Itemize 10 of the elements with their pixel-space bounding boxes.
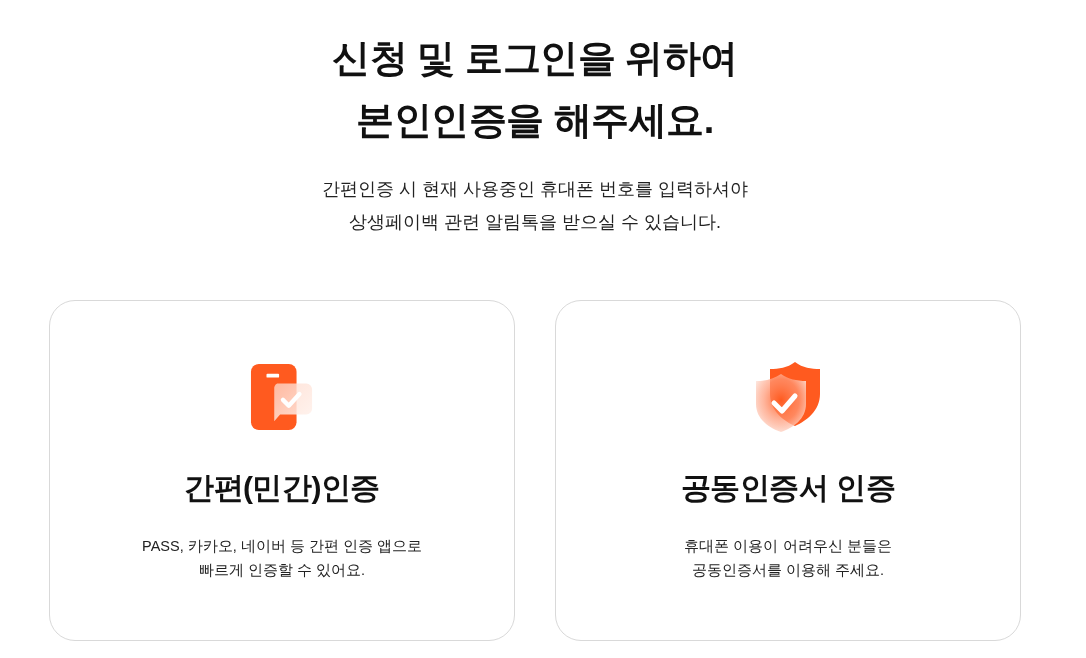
auth-option-card[interactable]: 공동인증서 인증 휴대폰 이용이 어려우신 분들은 공동인증서를 이용해 주세요. bbox=[555, 300, 1021, 641]
shield-check-icon bbox=[754, 360, 822, 434]
option-title: 간편(민간)인증 bbox=[184, 470, 380, 506]
option-description: 휴대폰 이용이 어려우신 분들은 공동인증서를 이용해 주세요. bbox=[684, 537, 892, 580]
intro-text: 간편인증 시 현재 사용중인 휴대폰 번호를 입력하셔야 상생페이백 관련 알림톡을 받으실 수 있습니다. bbox=[322, 178, 748, 234]
auth-option-card[interactable]: 간편(민간)인증 PASS, 카카오, 네이버 등 간편 인증 앱으로 빠르게 인증할 수 있어요. bbox=[49, 300, 515, 641]
page-heading: 신청 및 로그인을 위하여 본인인증을 해주세요. bbox=[332, 36, 738, 143]
option-title: 공동인증서 인증 bbox=[680, 470, 896, 506]
option-description: PASS, 카카오, 네이버 등 간편 인증 앱으로 빠르게 인증할 수 있어요. bbox=[142, 537, 422, 580]
phone-check-icon bbox=[250, 362, 314, 432]
